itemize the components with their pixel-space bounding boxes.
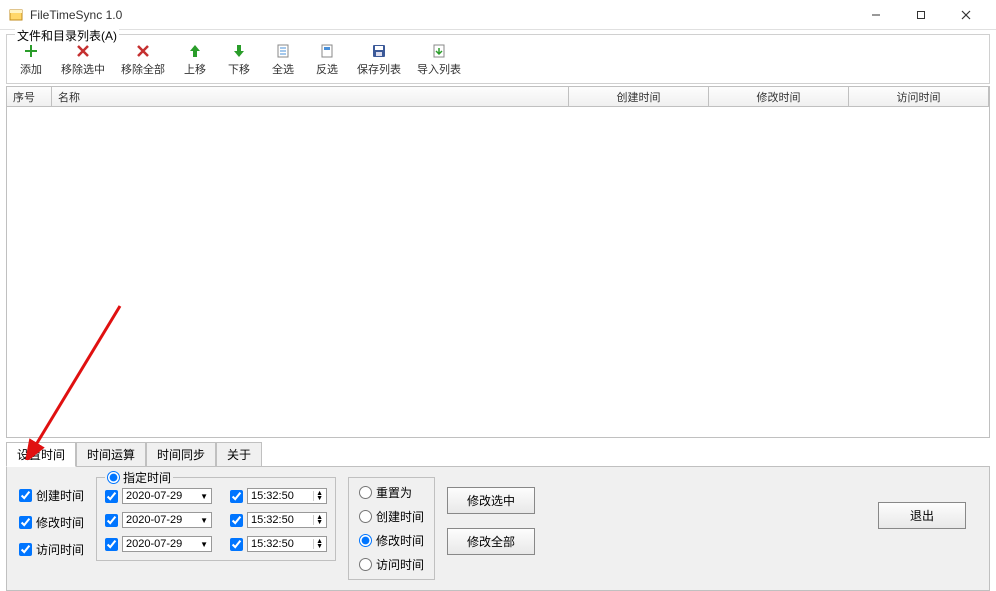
exit-button[interactable]: 退出 xyxy=(878,502,966,529)
col-name[interactable]: 名称 xyxy=(52,87,569,106)
chevron-down-icon: ▼ xyxy=(200,540,208,549)
x-red-icon xyxy=(75,43,91,59)
radio-specify-time[interactable]: 指定时间 xyxy=(105,469,173,486)
radio-reset-created[interactable]: 创建时间 xyxy=(359,508,424,525)
minimize-button[interactable] xyxy=(853,1,898,29)
app-icon xyxy=(8,7,24,23)
time3-field[interactable]: 15:32:50▲▼ xyxy=(247,536,327,552)
tab-set-time[interactable]: 设置时间 xyxy=(6,442,76,467)
window-title: FileTimeSync 1.0 xyxy=(30,8,853,22)
reset-to-group: 重置为 创建时间 修改时间 访问时间 xyxy=(348,477,435,580)
table-body[interactable] xyxy=(7,107,989,437)
date1-enable[interactable] xyxy=(105,490,118,503)
maximize-button[interactable] xyxy=(898,1,943,29)
checkbox-accessed-time[interactable]: 访问时间 xyxy=(19,541,84,558)
date3-enable[interactable] xyxy=(105,538,118,551)
x-red-icon xyxy=(135,43,151,59)
col-created[interactable]: 创建时间 xyxy=(569,87,709,106)
time2-field[interactable]: 15:32:50▲▼ xyxy=(247,512,327,528)
chevron-down-icon: ▼ xyxy=(200,492,208,501)
radio-reset-to[interactable]: 重置为 xyxy=(359,484,424,501)
remove-all-button[interactable]: 移除全部 xyxy=(115,41,171,79)
invert-selection-button[interactable]: 反选 xyxy=(307,41,347,79)
col-index[interactable]: 序号 xyxy=(7,87,52,106)
titlebar: FileTimeSync 1.0 xyxy=(0,0,996,30)
tab-time-calc[interactable]: 时间运算 xyxy=(76,442,146,466)
bottom-tabs: 设置时间 时间运算 时间同步 关于 创建时间 修改时间 访问时间 指定时间 20… xyxy=(6,442,990,591)
add-button[interactable]: 添加 xyxy=(11,41,51,79)
time2-enable[interactable] xyxy=(230,514,243,527)
radio-reset-accessed[interactable]: 访问时间 xyxy=(359,556,424,573)
select-all-button[interactable]: 全选 xyxy=(263,41,303,79)
toolbar: 添加 移除选中 移除全部 上移 下移 全选 反选 保存列表 xyxy=(11,41,985,79)
date2-field[interactable]: 2020-07-29▼ xyxy=(122,512,212,528)
col-modified[interactable]: 修改时间 xyxy=(709,87,849,106)
file-table: 序号 名称 创建时间 修改时间 访问时间 xyxy=(6,86,990,438)
arrow-up-icon xyxy=(187,43,203,59)
tab-time-sync[interactable]: 时间同步 xyxy=(146,442,216,466)
file-list-groupbox: 文件和目录列表(A) 添加 移除选中 移除全部 上移 下移 全选 反选 xyxy=(6,34,990,84)
tab-about[interactable]: 关于 xyxy=(216,442,262,466)
spinner-icon[interactable]: ▲▼ xyxy=(313,491,323,501)
checkbox-modified-time[interactable]: 修改时间 xyxy=(19,514,84,531)
time1-enable[interactable] xyxy=(230,490,243,503)
time1-field[interactable]: 15:32:50▲▼ xyxy=(247,488,327,504)
table-header: 序号 名称 创建时间 修改时间 访问时间 xyxy=(7,87,989,107)
groupbox-legend: 文件和目录列表(A) xyxy=(15,27,119,44)
save-icon xyxy=(371,43,387,59)
specify-time-group: 指定时间 2020-07-29▼ 2020-07-29▼ 2020-07-29▼… xyxy=(96,477,336,561)
time3-enable[interactable] xyxy=(230,538,243,551)
move-down-button[interactable]: 下移 xyxy=(219,41,259,79)
document-icon xyxy=(319,43,335,59)
plus-icon xyxy=(23,43,39,59)
date3-field[interactable]: 2020-07-29▼ xyxy=(122,536,212,552)
modify-selected-button[interactable]: 修改选中 xyxy=(447,487,535,514)
chevron-down-icon: ▼ xyxy=(200,516,208,525)
col-accessed[interactable]: 访问时间 xyxy=(849,87,989,106)
radio-reset-modified[interactable]: 修改时间 xyxy=(359,532,424,549)
tab-content-set-time: 创建时间 修改时间 访问时间 指定时间 2020-07-29▼ 2020-07-… xyxy=(6,467,990,591)
arrow-down-icon xyxy=(231,43,247,59)
import-icon xyxy=(431,43,447,59)
date1-field[interactable]: 2020-07-29▼ xyxy=(122,488,212,504)
import-list-button[interactable]: 导入列表 xyxy=(411,41,467,79)
modify-all-button[interactable]: 修改全部 xyxy=(447,528,535,555)
date2-enable[interactable] xyxy=(105,514,118,527)
move-up-button[interactable]: 上移 xyxy=(175,41,215,79)
spinner-icon[interactable]: ▲▼ xyxy=(313,539,323,549)
document-icon xyxy=(275,43,291,59)
close-button[interactable] xyxy=(943,1,988,29)
save-list-button[interactable]: 保存列表 xyxy=(351,41,407,79)
spinner-icon[interactable]: ▲▼ xyxy=(313,515,323,525)
remove-selected-button[interactable]: 移除选中 xyxy=(55,41,111,79)
checkbox-created-time[interactable]: 创建时间 xyxy=(19,487,84,504)
